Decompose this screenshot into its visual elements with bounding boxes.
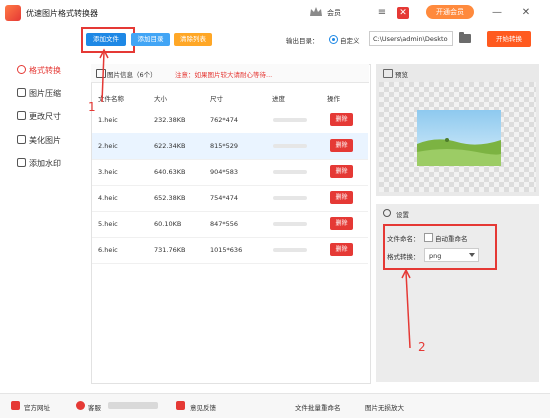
column-header-name: 文件名称 [98,95,124,103]
support-icon [76,401,85,410]
footer-support-link[interactable]: 客服 [88,402,101,412]
table-row[interactable]: 3.heic 640.63KB 904*583 删除 [92,159,368,186]
resize-icon [17,111,26,120]
auto-rename-label[interactable]: 自动重命名 [435,233,468,243]
delete-button[interactable]: 删除 [330,243,353,256]
file-dims-cell: 1015*636 [210,246,243,254]
file-panel-title: 图片信息（6个） [107,71,157,79]
format-label: 格式转换： [387,253,420,261]
sidebar-item-label: 图片压缩 [29,89,61,98]
column-header-progress: 进度 [272,95,285,103]
file-size-cell: 640.63KB [154,168,186,176]
progress-bar [273,144,307,148]
file-size-cell: 731.76KB [154,246,186,254]
preview-title: 预览 [395,71,408,79]
file-dims-cell: 762*474 [210,116,239,124]
file-dims-cell: 754*474 [210,194,239,202]
file-panel-note: 注意：如果图片较大请耐心等待... [175,71,273,79]
sidebar-item-beautify[interactable]: 美化图片 [17,134,61,148]
folder-icon[interactable] [459,32,471,43]
delete-button[interactable]: 删除 [330,165,353,178]
member-crown-icon[interactable] [309,6,323,18]
file-size-cell: 652.38KB [154,194,186,202]
image-info-icon [96,69,106,78]
image-compress-icon [17,88,26,97]
delete-button[interactable]: 删除 [330,191,353,204]
add-file-highlight [81,27,135,53]
file-size-cell: 622.34KB [154,142,186,150]
annotation-number-1: 1 [88,100,96,114]
sidebar-item-label: 更改尺寸 [29,112,61,121]
table-row[interactable]: 1.heic 232.38KB 762*474 删除 [92,107,368,134]
progress-bar [273,196,307,200]
progress-bar [273,222,307,226]
home-icon [11,401,20,410]
custom-radio[interactable] [329,35,338,44]
sidebar-item-label: 添加水印 [29,159,61,168]
delete-button[interactable]: 删除 [330,139,353,152]
table-row[interactable]: 2.heic 622.34KB 815*529 删除 [92,133,368,160]
settings-highlight [383,224,497,270]
footer-batch-rename-link[interactable]: 文件批量重命名 [295,402,341,412]
auto-rename-checkbox[interactable] [424,233,433,242]
close-icon[interactable]: ✕ [397,7,409,19]
footer-website-link[interactable]: 官方网址 [24,402,50,412]
output-path-input[interactable]: C:\Users\admin\Deskto [369,31,453,46]
file-size-cell: 60.10KB [154,220,182,228]
footer-feedback-link[interactable]: 意见反馈 [190,402,216,412]
file-dims-cell: 904*583 [210,168,239,176]
sidebar-item-watermark[interactable]: 添加水印 [17,157,61,171]
preview-image [417,110,501,166]
menu-icon[interactable]: ≡ [376,7,388,19]
app-logo-icon [5,5,21,21]
start-convert-button[interactable]: 开始转换 [487,31,531,47]
file-name-cell: 5.heic [98,220,118,228]
column-header-dims: 尺寸 [210,95,223,103]
table-row[interactable]: 4.heic 652.38KB 754*474 删除 [92,185,368,212]
file-name-cell: 6.heic [98,246,118,254]
column-header-action: 操作 [327,95,340,103]
file-name-cell: 3.heic [98,168,118,176]
file-name-cell: 2.heic [98,142,118,150]
progress-bar [273,118,307,122]
blurred-contact [108,402,158,409]
custom-radio-label[interactable]: 自定义 [340,35,360,45]
column-header-size: 大小 [154,95,167,103]
watermark-icon [17,158,26,167]
format-convert-icon [17,65,26,74]
file-dims-cell: 847*556 [210,220,239,228]
file-name-cell: 4.heic [98,194,118,202]
progress-bar [273,170,307,174]
footer-lossless-enlarge-link[interactable]: 图片无损放大 [365,402,404,412]
minimize-icon[interactable]: — [491,7,503,19]
sidebar-item-image-compress[interactable]: 图片压缩 [17,87,61,101]
table-row[interactable]: 5.heic 60.10KB 847*556 删除 [92,211,368,238]
chevron-down-icon[interactable] [469,253,475,257]
vip-button[interactable]: 开通会员 [426,5,474,19]
member-label[interactable]: 会员 [327,8,341,18]
settings-title: 设置 [396,211,409,219]
settings-gear-icon [383,209,391,217]
sidebar-item-format-convert[interactable]: 格式转换 [17,64,61,78]
add-dir-button[interactable]: 添加目录 [131,33,170,46]
delete-button[interactable]: 删除 [330,217,353,230]
file-dims-cell: 815*529 [210,142,239,150]
close-window-icon[interactable]: ✕ [520,7,532,19]
output-dir-label: 输出目录： [286,37,319,45]
sidebar-item-label: 美化图片 [29,136,61,145]
file-size-cell: 232.38KB [154,116,186,124]
preview-icon [383,69,393,78]
sidebar-item-label: 格式转换 [29,66,61,75]
delete-button[interactable]: 删除 [330,113,353,126]
beautify-icon [17,135,26,144]
annotation-number-2: 2 [418,340,426,354]
sidebar-item-resize[interactable]: 更改尺寸 [17,110,61,124]
clear-list-button[interactable]: 清除列表 [174,33,212,46]
file-naming-label: 文件命名： [387,235,420,243]
table-row[interactable]: 6.heic 731.76KB 1015*636 删除 [92,237,368,264]
file-name-cell: 1.heic [98,116,118,124]
progress-bar [273,248,307,252]
app-title: 优速图片格式转换器 [26,9,98,18]
feedback-icon [176,401,185,410]
